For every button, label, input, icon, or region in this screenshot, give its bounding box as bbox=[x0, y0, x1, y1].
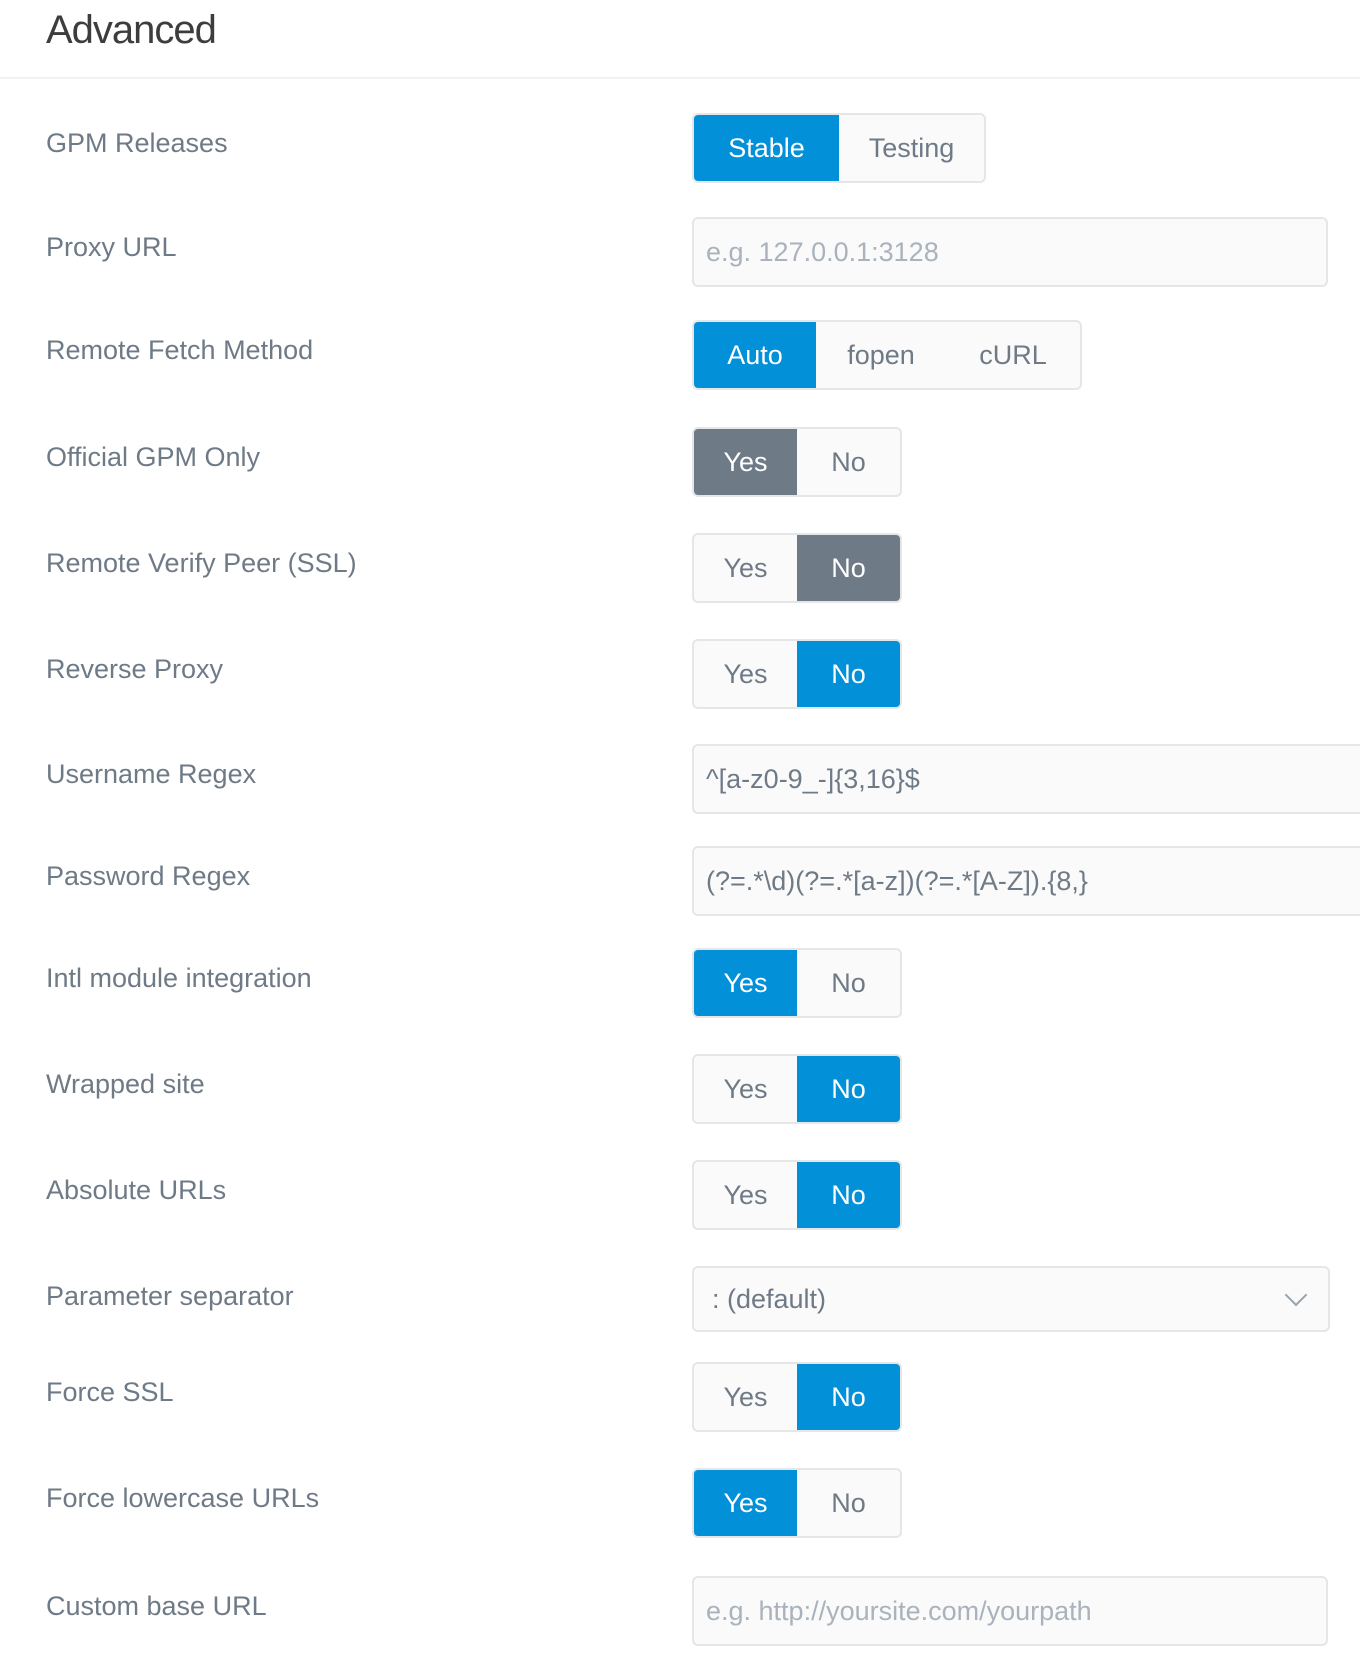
setting-label: Remote Fetch Method bbox=[46, 335, 314, 365]
option-yes[interactable]: Yes bbox=[694, 429, 797, 495]
option-no[interactable]: No bbox=[797, 429, 900, 495]
username-regex-input[interactable] bbox=[692, 744, 1360, 814]
setting-label: Force SSL bbox=[46, 1377, 174, 1407]
setting-username-regex: Username Regex bbox=[0, 744, 1360, 816]
reverse-proxy-toggle: Yes No bbox=[692, 639, 902, 709]
setting-label: Remote Verify Peer (SSL) bbox=[46, 548, 357, 578]
absolute-urls-toggle: Yes No bbox=[692, 1160, 902, 1230]
setting-label: Absolute URLs bbox=[46, 1175, 227, 1205]
option-testing[interactable]: Testing bbox=[839, 115, 984, 181]
custom-base-url-input[interactable] bbox=[692, 1576, 1328, 1646]
option-no[interactable]: No bbox=[797, 1470, 900, 1536]
setting-remote-verify-peer: Remote Verify Peer (SSL) Yes No bbox=[0, 533, 1360, 605]
setting-label: Proxy URL bbox=[46, 232, 177, 262]
force-ssl-toggle: Yes No bbox=[692, 1362, 902, 1432]
gpm-releases-toggle: Stable Testing bbox=[692, 113, 986, 183]
chevron-down-icon bbox=[1284, 1283, 1308, 1307]
option-no[interactable]: No bbox=[797, 1364, 900, 1430]
setting-reverse-proxy: Reverse Proxy Yes No bbox=[0, 639, 1360, 711]
option-yes[interactable]: Yes bbox=[694, 641, 797, 707]
option-yes[interactable]: Yes bbox=[694, 1162, 797, 1228]
setting-proxy-url: Proxy URL bbox=[0, 217, 1360, 289]
setting-wrapped-site: Wrapped site Yes No bbox=[0, 1054, 1360, 1126]
remote-fetch-method-toggle: Auto fopen cURL bbox=[692, 320, 1082, 390]
remote-verify-peer-toggle: Yes No bbox=[692, 533, 902, 603]
option-yes[interactable]: Yes bbox=[694, 535, 797, 601]
select-value: : (default) bbox=[712, 1283, 827, 1314]
setting-label: Wrapped site bbox=[46, 1069, 205, 1099]
parameter-separator-select[interactable]: : (default) bbox=[692, 1266, 1330, 1332]
option-no[interactable]: No bbox=[797, 1162, 900, 1228]
setting-label: Intl module integration bbox=[46, 963, 312, 993]
setting-label: Custom base URL bbox=[46, 1591, 267, 1621]
setting-custom-base-url: Custom base URL bbox=[0, 1576, 1360, 1648]
intl-module-toggle: Yes No bbox=[692, 948, 902, 1018]
setting-force-lowercase-urls: Force lowercase URLs Yes No bbox=[0, 1468, 1360, 1540]
option-no[interactable]: No bbox=[797, 641, 900, 707]
option-no[interactable]: No bbox=[797, 1056, 900, 1122]
setting-label: Username Regex bbox=[46, 759, 257, 789]
option-no[interactable]: No bbox=[797, 535, 900, 601]
option-no[interactable]: No bbox=[797, 950, 900, 1016]
setting-absolute-urls: Absolute URLs Yes No bbox=[0, 1160, 1360, 1232]
setting-label: Force lowercase URLs bbox=[46, 1483, 320, 1513]
setting-parameter-separator: Parameter separator : (default) bbox=[0, 1266, 1360, 1338]
option-stable[interactable]: Stable bbox=[694, 115, 839, 181]
option-yes[interactable]: Yes bbox=[694, 1364, 797, 1430]
option-auto[interactable]: Auto bbox=[694, 322, 816, 388]
header-divider bbox=[0, 77, 1360, 79]
setting-label: Official GPM Only bbox=[46, 442, 261, 472]
setting-force-ssl: Force SSL Yes No bbox=[0, 1362, 1360, 1434]
official-gpm-only-toggle: Yes No bbox=[692, 427, 902, 497]
option-yes[interactable]: Yes bbox=[694, 1056, 797, 1122]
option-yes[interactable]: Yes bbox=[694, 950, 797, 1016]
setting-intl-module: Intl module integration Yes No bbox=[0, 948, 1360, 1020]
setting-remote-fetch-method: Remote Fetch Method Auto fopen cURL bbox=[0, 320, 1360, 392]
setting-password-regex: Password Regex bbox=[0, 846, 1360, 918]
page-title: Advanced bbox=[46, 8, 217, 52]
setting-label: Reverse Proxy bbox=[46, 654, 224, 684]
option-yes[interactable]: Yes bbox=[694, 1470, 797, 1536]
option-curl[interactable]: cURL bbox=[946, 322, 1080, 388]
option-fopen[interactable]: fopen bbox=[816, 322, 946, 388]
setting-official-gpm-only: Official GPM Only Yes No bbox=[0, 427, 1360, 499]
setting-gpm-releases: GPM Releases Stable Testing bbox=[0, 113, 1360, 185]
force-lowercase-urls-toggle: Yes No bbox=[692, 1468, 902, 1538]
setting-label: Password Regex bbox=[46, 861, 251, 891]
wrapped-site-toggle: Yes No bbox=[692, 1054, 902, 1124]
password-regex-input[interactable] bbox=[692, 846, 1360, 916]
setting-label: GPM Releases bbox=[46, 128, 228, 158]
setting-label: Parameter separator bbox=[46, 1281, 294, 1311]
proxy-url-input[interactable] bbox=[692, 217, 1328, 287]
